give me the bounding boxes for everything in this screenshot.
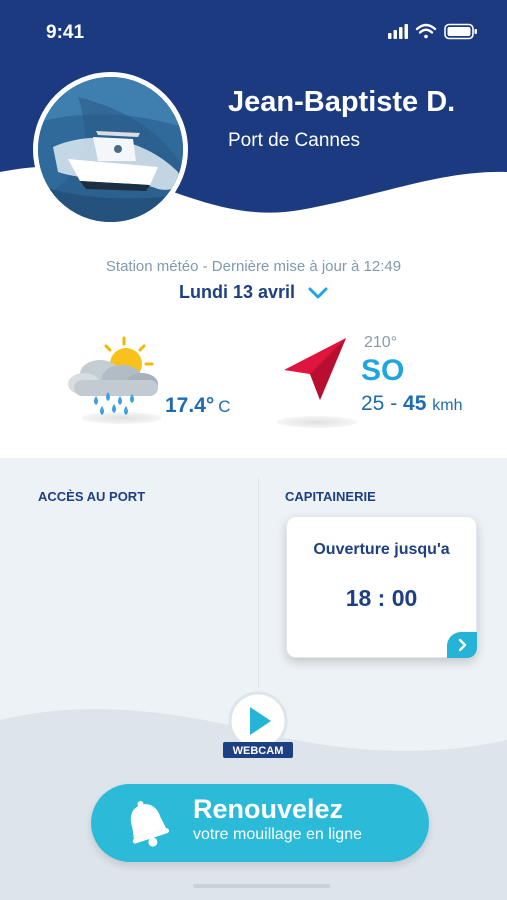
harbour-office-label: CAPITAINERIE (285, 489, 376, 504)
chevron-right-icon (458, 638, 467, 652)
webcam-label: WEBCAM (233, 745, 284, 757)
status-bar: 9:41 (0, 0, 507, 60)
chevron-down-icon (308, 287, 328, 299)
harbour-office-card-time: 18 : 00 (345, 585, 418, 611)
date-selector[interactable]: Lundi 13 avril (0, 282, 507, 303)
signal-icon (388, 24, 408, 39)
sun-cloud-rain-icon (68, 336, 158, 415)
wind-direction-arrow-icon (284, 338, 346, 400)
renew-mooring-button[interactable]: Renouvelez votre mouillage en ligne (91, 784, 429, 862)
battery-icon (444, 23, 477, 40)
wifi-icon (415, 23, 437, 39)
harbour-office-card[interactable]: Ouverture jusqu'a 18 : 00 (286, 516, 477, 658)
harbour-office-open-button[interactable] (447, 632, 477, 658)
harbour-office-card-title: Ouverture jusqu'a (313, 541, 450, 558)
port-name: Port de Cannes (228, 130, 361, 151)
wind-speed-min: 25 - (361, 392, 398, 415)
status-time: 9:41 (46, 22, 85, 43)
renew-subtitle: votre mouillage en ligne (193, 826, 362, 843)
status-icons (388, 22, 483, 42)
renew-title: Renouvelez (193, 794, 344, 824)
temperature: 17.4° C (165, 394, 231, 418)
wind-degree: 210° (364, 334, 398, 351)
wind-speed-max: 45 (403, 392, 427, 415)
wind-icon-shadow (277, 416, 357, 428)
wind-speed-unit: kmh (432, 397, 463, 414)
port-access-label: ACCÈS AU PORT (38, 489, 146, 504)
user-name: Jean-Baptiste D. (228, 86, 456, 118)
webcam-button[interactable]: WEBCAM (223, 690, 293, 760)
weather-station-update: Station météo - Dernière mise à jour à 1… (105, 258, 402, 275)
play-icon: WEBCAM (223, 691, 293, 758)
wind-speed: 25 - 45 kmh (361, 392, 462, 416)
panel-divider (258, 478, 259, 688)
avatar-boat-photo (33, 72, 188, 227)
bell-icon (130, 801, 170, 847)
home-indicator[interactable] (193, 884, 330, 888)
temperature-value: 17.4° (165, 394, 215, 417)
temperature-unit: C (218, 397, 231, 416)
date-label: Lundi 13 avril (178, 282, 296, 302)
wind-direction: SO (361, 354, 405, 387)
